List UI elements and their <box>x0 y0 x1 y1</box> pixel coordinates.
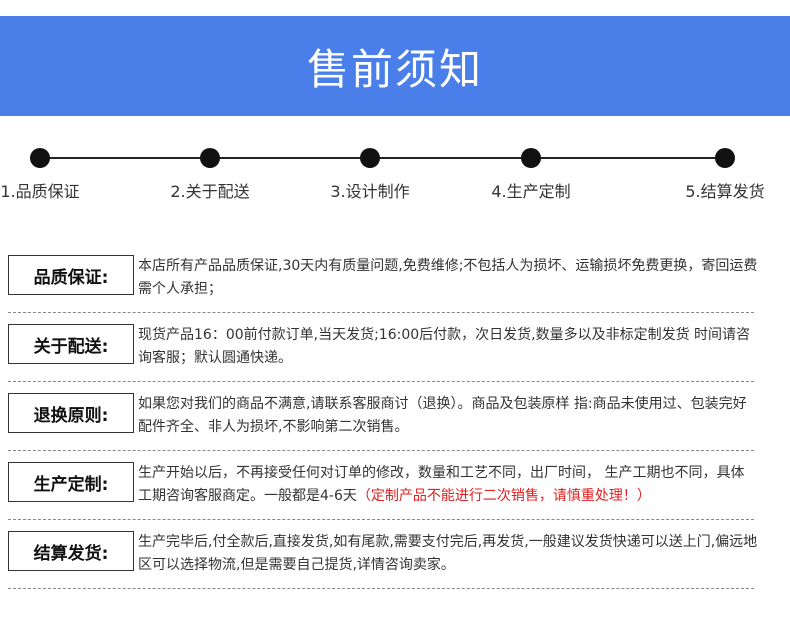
step-4: 4.生产定制 <box>471 148 591 202</box>
step-dot-icon <box>30 148 50 168</box>
section-label: 退换原则: <box>8 393 134 433</box>
section-delivery: 关于配送: 现货产品16：00前付款订单,当天发货;16:00后付款，次日发货,… <box>8 313 754 382</box>
step-5: 5.结算发货 <box>665 148 785 202</box>
section-text: 生产开始以后，不再接受任何对订单的修改，数量和工艺不同，出厂时间， 生产工期也不… <box>138 462 758 508</box>
step-dot-icon <box>200 148 220 168</box>
step-1: 1.品质保证 <box>0 148 100 202</box>
section-label: 关于配送: <box>8 324 134 364</box>
step-3: 3.设计制作 <box>310 148 430 202</box>
section-return: 退换原则: 如果您对我们的商品不满意,请联系客服商讨（退换）。商品及包装原样 指… <box>8 382 754 451</box>
step-label: 5.结算发货 <box>685 182 765 201</box>
page-title: 售前须知 <box>306 44 483 94</box>
section-text: 如果您对我们的商品不满意,请联系客服商讨（退换）。商品及包装原样 指:商品未使用… <box>138 396 747 435</box>
section-label: 品质保证: <box>8 255 134 295</box>
section-quality: 品质保证: 本店所有产品品质保证,30天内有质量问题,免费维修;不包括人为损坏、… <box>8 244 757 313</box>
section-text: 生产完毕后,付全款后,直接发货,如有尾款,需要支付完后,再发货,一般建议发货快递… <box>138 534 758 573</box>
step-label: 3.设计制作 <box>330 182 410 201</box>
step-dot-icon <box>715 148 735 168</box>
warning-text: （定制产品不能进行二次销售，请慎重处理！） <box>356 488 651 504</box>
section-settlement: 结算发货: 生产完毕后,付全款后,直接发货,如有尾款,需要支付完后,再发货,一般… <box>8 520 757 589</box>
notice-sections: 品质保证: 本店所有产品品质保证,30天内有质量问题,免费维修;不包括人为损坏、… <box>0 244 790 589</box>
step-dot-icon <box>360 148 380 168</box>
process-steps: 1.品质保证 2.关于配送 3.设计制作 4.生产定制 5.结算发货 <box>0 140 790 210</box>
section-custom: 生产定制: 生产开始以后，不再接受任何对订单的修改，数量和工艺不同，出厂时间， … <box>8 451 754 520</box>
step-2: 2.关于配送 <box>150 148 270 202</box>
step-label: 2.关于配送 <box>170 182 250 201</box>
header-banner: 售前须知 <box>0 16 790 116</box>
step-dot-icon <box>521 148 541 168</box>
section-text: 本店所有产品品质保证,30天内有质量问题,免费维修;不包括人为损坏、运输损坏免费… <box>138 258 758 297</box>
section-label: 结算发货: <box>8 531 134 571</box>
step-label: 4.生产定制 <box>491 182 571 201</box>
step-label: 1.品质保证 <box>0 182 80 201</box>
section-text: 现货产品16：00前付款订单,当天发货;16:00后付款，次日发货,数量多以及非… <box>138 327 751 366</box>
section-label: 生产定制: <box>8 462 134 502</box>
